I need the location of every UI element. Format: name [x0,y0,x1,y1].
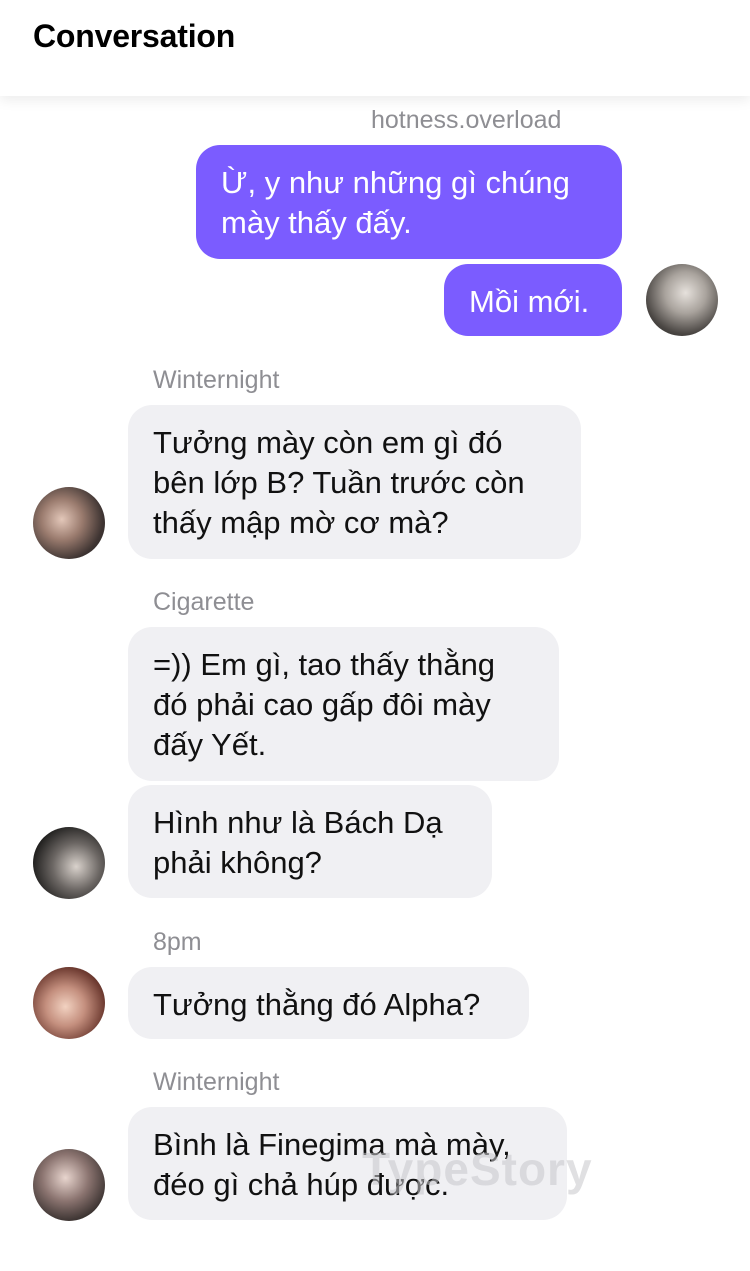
avatar[interactable] [33,487,105,559]
avatar[interactable] [646,264,718,336]
sender-name: Winternight [153,366,280,394]
sender-name: Cigarette [153,588,255,616]
incoming-message-bubble[interactable]: Hình như là Bách Dạ phải không? [128,785,492,898]
avatar[interactable] [33,1149,105,1221]
conversation-header: Conversation [0,0,750,96]
sender-name: Winternight [153,1068,280,1096]
incoming-message-bubble[interactable]: Tưởng mày còn em gì đó bên lớp B? Tuần t… [128,405,581,559]
outgoing-message-bubble[interactable]: Ừ, y như những gì chúng mày thấy đấy. [196,145,622,259]
avatar[interactable] [33,827,105,899]
avatar[interactable] [33,967,105,1039]
page-title: Conversation [33,18,236,54]
watermark-logo: TypeStory [362,1143,593,1195]
incoming-message-bubble[interactable]: =)) Em gì, tao thấy thằng đó phải cao gấ… [128,627,559,781]
outgoing-message-bubble[interactable]: Mồi mới. [444,264,622,336]
sender-name: hotness.overload [371,106,562,134]
sender-name: 8pm [153,928,202,956]
incoming-message-bubble[interactable]: Tưởng thằng đó Alpha? [128,967,529,1039]
